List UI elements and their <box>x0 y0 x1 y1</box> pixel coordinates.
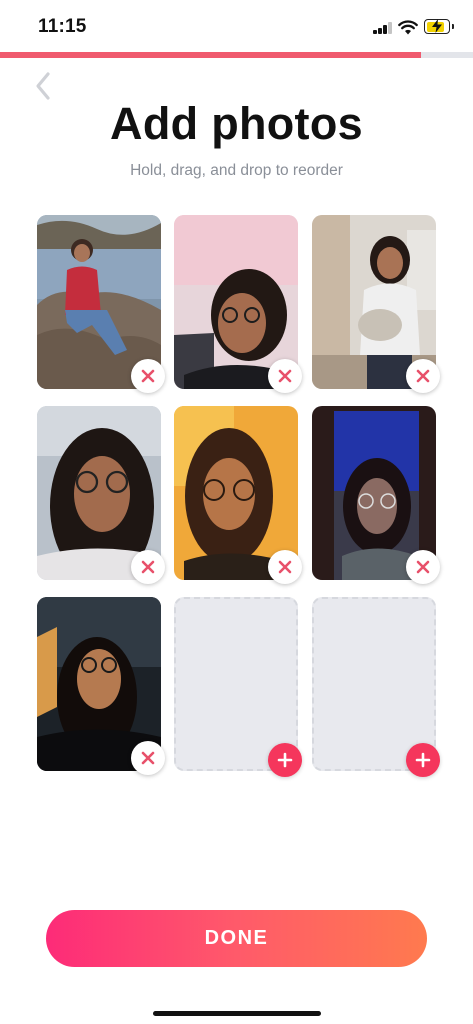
close-icon <box>141 369 155 383</box>
empty-photo-slot[interactable] <box>312 597 440 777</box>
close-icon <box>278 560 292 574</box>
home-indicator <box>153 1011 321 1016</box>
photo-slot[interactable] <box>174 215 302 393</box>
remove-photo-button[interactable] <box>131 741 165 775</box>
remove-photo-button[interactable] <box>268 550 302 584</box>
add-photo-button[interactable] <box>268 743 302 777</box>
photo-slot[interactable] <box>37 597 165 775</box>
page-title: Add photos <box>110 98 363 149</box>
plus-icon <box>415 752 431 768</box>
close-icon <box>278 369 292 383</box>
remove-photo-button[interactable] <box>268 359 302 393</box>
photo-slot[interactable] <box>37 406 165 584</box>
close-icon <box>416 369 430 383</box>
close-icon <box>141 560 155 574</box>
close-icon <box>141 751 155 765</box>
close-icon <box>416 560 430 574</box>
add-photo-button[interactable] <box>406 743 440 777</box>
photo-slot[interactable] <box>312 215 440 393</box>
remove-photo-button[interactable] <box>131 359 165 393</box>
photo-slot[interactable] <box>312 406 440 584</box>
page-subtitle: Hold, drag, and drop to reorder <box>130 162 343 179</box>
remove-photo-button[interactable] <box>406 359 440 393</box>
empty-photo-slot[interactable] <box>174 597 302 777</box>
progress-fill <box>0 52 421 58</box>
cellular-signal-icon <box>373 22 393 34</box>
photo-slot[interactable] <box>174 406 302 584</box>
wifi-icon <box>398 20 418 35</box>
remove-photo-button[interactable] <box>131 550 165 584</box>
plus-icon <box>277 752 293 768</box>
status-bar: 11:15 <box>0 0 473 52</box>
battery-icon <box>424 19 454 34</box>
onboarding-progress-bar <box>0 52 473 58</box>
status-time: 11:15 <box>38 16 87 37</box>
remove-photo-button[interactable] <box>406 550 440 584</box>
photo-slot[interactable] <box>37 215 165 393</box>
charging-bolt-icon <box>432 19 442 33</box>
done-button[interactable]: DONE <box>46 910 427 967</box>
